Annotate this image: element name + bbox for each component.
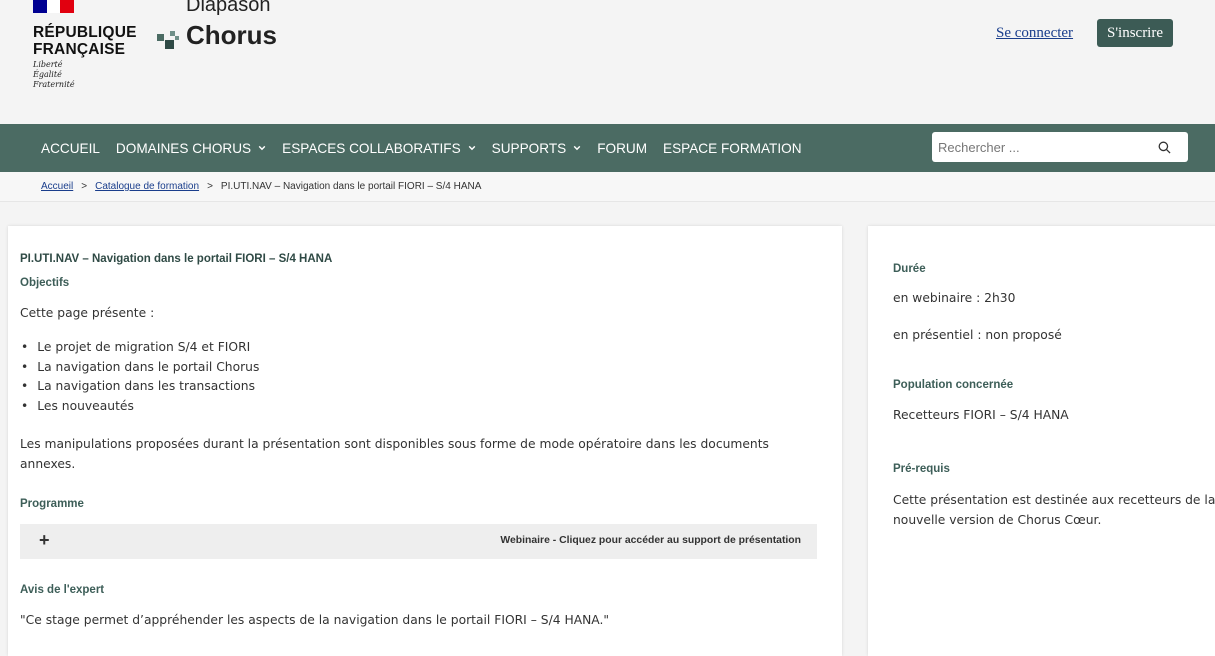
population-heading: Population concernée	[893, 379, 1014, 391]
nav-item-label: FORUM	[597, 140, 648, 156]
chorus-logo-icon	[157, 31, 179, 49]
chevron-down-icon	[573, 145, 581, 151]
republique-francaise-logo[interactable]: RÉPUBLIQUE FRANÇAISE Liberté Égalité Fra…	[33, 0, 136, 89]
login-link[interactable]: Se connecter	[996, 25, 1073, 42]
list-item: La navigation dans le portail Chorus	[21, 358, 259, 378]
breadcrumb-separator: >	[81, 181, 88, 192]
duration-heading: Durée	[893, 263, 926, 275]
nav-menu: ACCUEIL DOMAINES CHORUS ESPACES COLLABORAT…	[41, 124, 818, 172]
site-header: RÉPUBLIQUE FRANÇAISE Liberté Égalité Fra…	[0, 0, 1215, 124]
intro-text: Cette page présente :	[20, 306, 155, 320]
nav-item-label: ESPACES COLLABORATIFS	[282, 140, 461, 156]
nav-item-espaces-collaboratifs[interactable]: ESPACES COLLABORATIFS	[282, 141, 476, 156]
nav-item-espace-formation[interactable]: ESPACE FORMATION	[663, 141, 801, 156]
chevron-down-icon	[468, 145, 475, 151]
brand-main-text: Chorus	[186, 20, 277, 50]
population-text: Recetteurs FIORI – S/4 HANA	[893, 408, 1069, 422]
republic-name: RÉPUBLIQUE FRANÇAISE	[33, 24, 137, 58]
accordion-label: Webinaire - Cliquez pour accéder au supp…	[500, 535, 801, 546]
list-item: Le projet de migration S/4 et FIORI	[21, 338, 259, 358]
search-box	[932, 132, 1188, 162]
nav-item-domaines-chorus[interactable]: DOMAINES CHORUS	[116, 141, 266, 156]
page-title: PI.UTI.NAV – Navigation dans le portail …	[20, 253, 333, 265]
expert-heading: Avis de l'expert	[20, 584, 105, 596]
search-input[interactable]	[932, 132, 1152, 162]
breadcrumb: Accueil > Catalogue de formation > PI.UTI.NA…	[0, 172, 1215, 202]
nav-item-label: SUPPORTS	[491, 140, 567, 156]
breadcrumb-link[interactable]: Accueil	[41, 181, 73, 192]
search-icon[interactable]	[1158, 141, 1171, 154]
objectives-list: Le projet de migration S/4 et FIORILa na…	[21, 338, 259, 417]
nav-item-label: ESPACE FORMATION	[663, 140, 802, 156]
republic-motto: Liberté Égalité Fraternité	[33, 60, 75, 89]
brand-top-text: Diapason	[186, 0, 271, 16]
expert-quote: "Ce stage permet d’appréhender les aspec…	[20, 613, 610, 627]
signup-button[interactable]: S'inscrire	[1097, 19, 1173, 47]
nav-item-label: ACCUEIL	[41, 140, 100, 156]
nav-item-label: DOMAINES CHORUS	[115, 140, 252, 156]
breadcrumb-link[interactable]: Catalogue de formation	[95, 181, 199, 192]
list-item: La navigation dans les transactions	[21, 377, 259, 397]
onsite-duration: en présentiel : non proposé	[893, 328, 1062, 342]
webinar-accordion[interactable]: + Webinaire - Cliquez pour accéder au su…	[20, 524, 817, 559]
breadcrumb-separator: >	[207, 181, 213, 192]
nav-item-accueil[interactable]: ACCUEIL	[41, 141, 100, 156]
plus-icon: +	[39, 530, 50, 550]
prerequisites-heading: Pré-requis	[893, 463, 950, 475]
prerequisites-text: Cette présentation est destinée aux rece…	[893, 493, 1215, 527]
nav-item-supports[interactable]: SUPPORTS	[492, 141, 582, 156]
french-flag-icon	[33, 0, 75, 13]
chevron-down-icon	[258, 145, 266, 151]
list-item: Les nouveautés	[21, 397, 259, 417]
description-paragraph: Les manipulations proposées durant la pr…	[20, 437, 769, 471]
breadcrumb-current: PI.UTI.NAV – Navigation dans le portail …	[220, 181, 482, 192]
objectives-heading: Objectifs	[20, 277, 70, 289]
webinar-duration: en webinaire : 2h30	[893, 291, 1016, 305]
programme-heading: Programme	[20, 498, 84, 510]
nav-item-forum[interactable]: FORUM	[597, 141, 647, 156]
breadcrumb-trail: Accueil > Catalogue de formation > PI.UTI.NA…	[41, 181, 481, 192]
